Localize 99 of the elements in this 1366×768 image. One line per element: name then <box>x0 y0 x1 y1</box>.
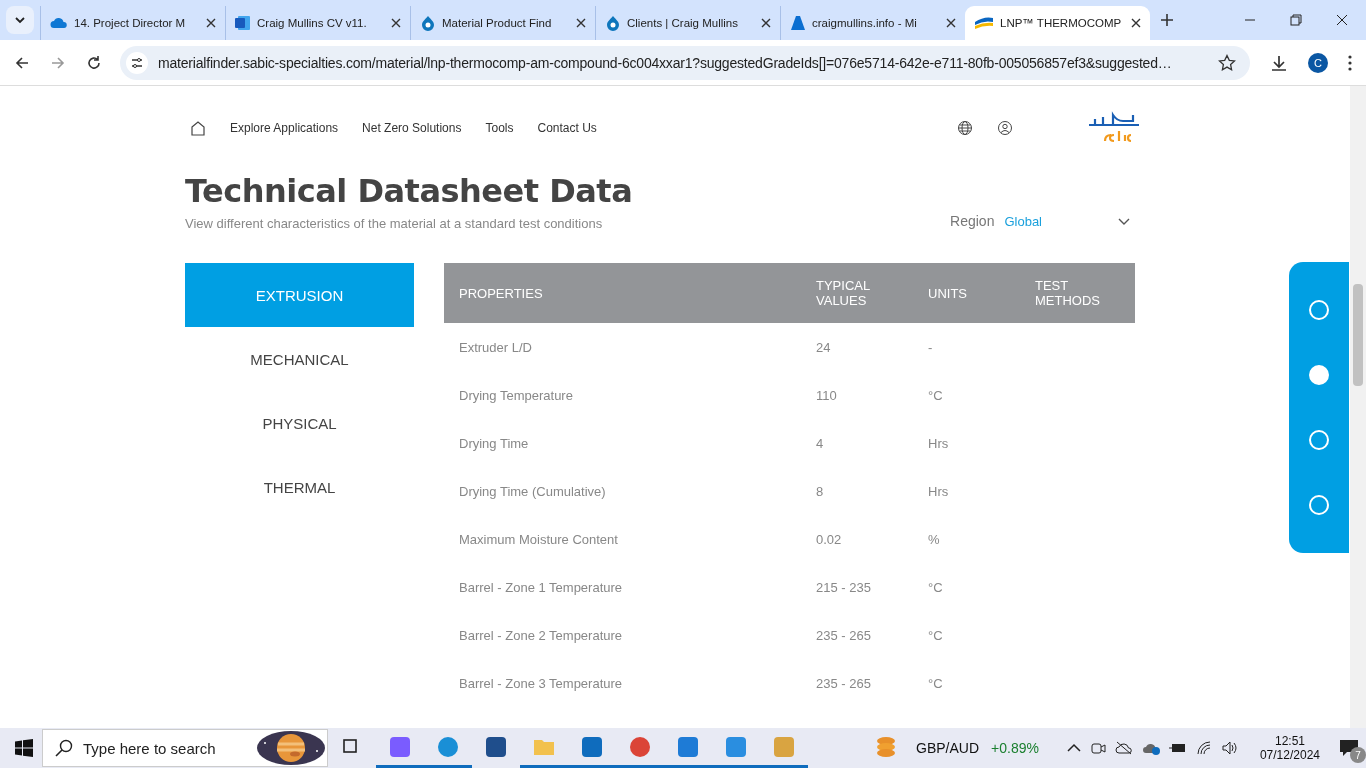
drop-icon <box>420 15 436 31</box>
address-field[interactable]: materialfinder.sabic-specialties.com/material/lnp-thermocomp-am-compound-6c004xxar1?suggestedGradeIds[]=076e5714-642e-e711-80fb-005056857ef3&suggested… <box>120 45 1250 80</box>
tab-title: Craig Mullins CV v11. <box>257 17 368 29</box>
drop-icon <box>605 15 621 31</box>
nav-dot[interactable] <box>1309 364 1329 385</box>
clock-time[interactable]: 12:51 <box>1274 734 1305 748</box>
download-icon[interactable] <box>1270 53 1288 72</box>
wave-icon <box>974 16 994 30</box>
nav-dot[interactable] <box>1309 430 1329 451</box>
nav-dot[interactable] <box>1309 495 1329 516</box>
close-icon[interactable] <box>576 18 586 28</box>
table-cell: 215 - 235 <box>816 579 871 595</box>
page-subtitle: View different characteristics of the material at a standard test conditions <box>185 216 604 231</box>
table-cell: °C <box>928 627 943 643</box>
close-icon[interactable] <box>1131 18 1141 28</box>
menu-icon[interactable] <box>1348 54 1352 71</box>
tab-title: LNP™ THERMOCOMP <box>1000 17 1123 29</box>
table-cell: 8 <box>816 483 824 499</box>
page-title: Technical Datasheet Data <box>185 172 634 210</box>
table-cell: Barrel - Zone 3 Temperature <box>459 675 623 691</box>
tab-title: Material Product Find <box>442 17 553 29</box>
region-label: Region <box>950 213 995 229</box>
table-cell: 110 <box>816 387 837 403</box>
table-cell: - <box>928 339 933 355</box>
site-settings-icon[interactable] <box>126 51 148 74</box>
tab-title: 14. Project Director M <box>74 17 187 29</box>
clock-date[interactable]: 07/12/2024 <box>1259 748 1320 762</box>
table-cell: 235 - 265 <box>816 675 871 691</box>
app-icon <box>580 734 604 759</box>
battery-icon[interactable] <box>1168 742 1187 754</box>
close-icon[interactable] <box>946 18 956 28</box>
tab-title: Clients | Craig Mullins <box>627 17 739 29</box>
close-icon[interactable] <box>1336 14 1348 26</box>
table-cell: Hrs <box>928 483 949 499</box>
table-cell: Drying Time <box>459 435 529 451</box>
table-cell: °C <box>928 579 943 595</box>
column-header: TEST METHODS <box>1035 278 1100 308</box>
document-icon <box>235 15 251 31</box>
nav-link[interactable]: Explore Applications <box>230 121 339 135</box>
wifi-icon[interactable] <box>1195 740 1212 756</box>
user-icon[interactable] <box>997 120 1013 136</box>
home-icon[interactable] <box>190 120 206 136</box>
app-icon <box>628 734 652 759</box>
cloud-icon[interactable] <box>1114 741 1133 755</box>
ticker-change: +0.89% <box>991 740 1039 756</box>
table-cell: Barrel - Zone 1 Temperature <box>459 579 623 595</box>
column-header: PROPERTIES <box>459 285 543 301</box>
table-cell: Hrs <box>928 435 949 451</box>
table-cell: 24 <box>816 339 831 355</box>
nav-dot[interactable] <box>1309 299 1329 320</box>
app-icon <box>676 734 700 759</box>
triangle-icon <box>790 15 806 31</box>
ticker-label: GBP/AUD <box>916 740 980 756</box>
nav-link[interactable]: Tools <box>485 121 514 135</box>
speaker-icon[interactable] <box>1220 740 1239 756</box>
nav-link[interactable]: Net Zero Solutions <box>362 121 462 135</box>
close-icon[interactable] <box>391 18 401 28</box>
table-cell: 235 - 265 <box>816 627 871 643</box>
cloud-icon <box>50 17 68 29</box>
table-cell: °C <box>928 387 943 403</box>
browser-tab[interactable]: LNP™ THERMOCOMP <box>965 6 1150 40</box>
chevron-up-icon[interactable] <box>1066 743 1081 753</box>
tab-list-button[interactable] <box>6 6 34 34</box>
camera-icon[interactable] <box>1089 740 1106 756</box>
star-icon[interactable] <box>1218 53 1236 72</box>
restore-icon[interactable] <box>1290 14 1302 26</box>
table-cell: Drying Time (Cumulative) <box>459 483 606 499</box>
notification-count: 7 <box>1350 747 1366 763</box>
caret-icon <box>14 14 26 26</box>
table-cell: Barrel - Zone 2 Temperature <box>459 627 623 643</box>
table-cell: Drying Temperature <box>459 387 573 403</box>
reload-icon[interactable] <box>86 54 102 71</box>
nav-link[interactable]: Contact Us <box>537 121 597 135</box>
app-icon <box>484 734 508 759</box>
app-icon <box>436 734 460 759</box>
app-icon <box>388 734 412 759</box>
scrollbar[interactable] <box>1350 86 1366 728</box>
windows-start-icon[interactable] <box>15 739 33 757</box>
app-icon <box>724 734 748 759</box>
column-header: UNITS <box>928 285 967 301</box>
tab-title: craigmullins.info - Mi <box>812 17 918 29</box>
new-tab-icon[interactable] <box>1160 13 1174 27</box>
table-cell: % <box>928 531 940 547</box>
profile-avatar[interactable]: C <box>1308 52 1328 73</box>
taskbar-search-field[interactable]: Type here to search <box>42 729 328 767</box>
globe-icon[interactable] <box>957 120 973 136</box>
table-cell: 4 <box>816 435 824 451</box>
app-icon <box>772 734 796 759</box>
table-cell: °C <box>928 675 943 691</box>
table-cell: 0.02 <box>816 531 842 547</box>
table-cell: Extruder L/D <box>459 339 532 355</box>
back-icon[interactable] <box>14 54 30 71</box>
scrollbar-thumb[interactable] <box>1353 284 1363 386</box>
close-icon[interactable] <box>761 18 771 28</box>
search-icon <box>55 739 73 757</box>
forward-icon[interactable] <box>50 54 66 71</box>
close-icon[interactable] <box>206 18 216 28</box>
table-cell: Maximum Moisture Content <box>459 531 618 547</box>
column-header: TYPICAL VALUES <box>816 278 870 308</box>
